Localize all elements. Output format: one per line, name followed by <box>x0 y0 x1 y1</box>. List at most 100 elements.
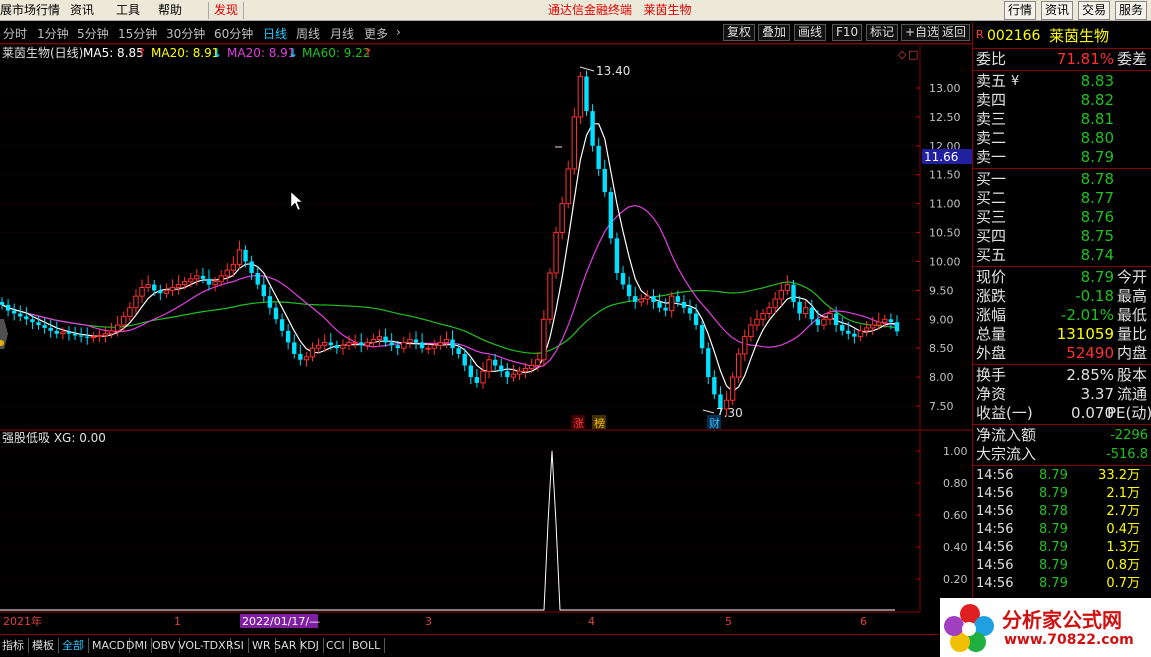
indicator-tab-index[interactable]: 指标 <box>0 638 29 653</box>
candle-up[interactable] <box>194 275 200 280</box>
candle-down[interactable] <box>505 371 510 378</box>
period-tab-30min[interactable]: 30分钟 <box>166 25 205 42</box>
candle-down[interactable] <box>389 342 394 346</box>
candle-down[interactable] <box>298 353 303 360</box>
candle-down[interactable] <box>663 307 668 311</box>
menu-discover[interactable]: 发现 <box>208 2 245 19</box>
candle-down[interactable] <box>413 339 419 343</box>
candle-up[interactable] <box>181 281 188 286</box>
candle-down[interactable] <box>456 348 461 354</box>
candle-down[interactable] <box>206 278 212 285</box>
candle-down[interactable] <box>279 319 285 331</box>
candle-up[interactable] <box>547 272 553 320</box>
candle-up[interactable] <box>90 336 97 339</box>
indicator-tab-sar[interactable]: SAR <box>272 638 302 653</box>
candle-up[interactable] <box>516 370 523 375</box>
menu-help[interactable]: 帮助 <box>158 2 182 19</box>
candle-up[interactable] <box>145 284 151 288</box>
period-tab-15min[interactable]: 15分钟 <box>118 25 157 42</box>
candle-up[interactable] <box>528 365 535 369</box>
candle-down[interactable] <box>681 301 687 308</box>
draw-line-button[interactable]: 画线 <box>794 24 827 41</box>
candle-up[interactable] <box>863 327 870 332</box>
quote-button[interactable]: 行情 <box>1004 1 1037 20</box>
candle-up[interactable] <box>321 341 328 346</box>
candle-down[interactable] <box>840 325 845 331</box>
menu-news[interactable]: 资讯 <box>70 2 94 19</box>
candle-up[interactable] <box>869 324 876 329</box>
candle-down[interactable] <box>462 353 467 366</box>
candle-up[interactable] <box>772 298 778 309</box>
candle-up[interactable] <box>230 263 237 271</box>
candle-down[interactable] <box>18 313 23 317</box>
candle-down[interactable] <box>596 145 601 169</box>
candle-down[interactable] <box>285 330 291 343</box>
candle-up[interactable] <box>114 324 121 332</box>
candle-down[interactable] <box>24 316 29 320</box>
candle-down[interactable] <box>48 327 53 331</box>
period-tab-daily[interactable]: 日线 <box>263 25 287 42</box>
candle-down[interactable] <box>11 310 17 314</box>
candle-down[interactable] <box>888 319 894 323</box>
candle-up[interactable] <box>431 344 437 349</box>
ask-row[interactable]: 卖五 ¥ 8.83 <box>973 72 1151 91</box>
candle-up[interactable] <box>212 281 218 286</box>
candle-up[interactable] <box>827 312 833 320</box>
candle-down[interactable] <box>328 342 333 346</box>
candle-up[interactable] <box>175 284 182 288</box>
candle-down[interactable] <box>395 345 400 349</box>
candle-down[interactable] <box>706 348 711 378</box>
candle-up[interactable] <box>571 116 578 170</box>
period-tab-weekly[interactable]: 周线 <box>296 25 320 42</box>
candle-up[interactable] <box>407 339 413 343</box>
period-tab-5min[interactable]: 5分钟 <box>77 25 109 42</box>
overlay-button[interactable]: 叠加 <box>758 24 791 41</box>
candle-down[interactable] <box>608 192 614 239</box>
indicator-tab-dmi[interactable]: DMI <box>124 638 153 653</box>
candle-up[interactable] <box>96 334 103 338</box>
candle-up[interactable] <box>133 295 139 309</box>
candle-down[interactable] <box>712 377 717 395</box>
candle-down[interactable] <box>632 296 638 302</box>
candle-up[interactable] <box>315 344 322 349</box>
candle-up[interactable] <box>376 336 383 341</box>
candle-down[interactable] <box>584 76 589 112</box>
candle-down[interactable] <box>261 284 267 297</box>
candle-down[interactable] <box>620 273 626 285</box>
candle-down[interactable] <box>255 273 260 285</box>
candle-down[interactable] <box>675 296 681 302</box>
candle-up[interactable] <box>876 321 882 326</box>
candle-up[interactable] <box>309 347 316 358</box>
period-tab-1min[interactable]: 1分钟 <box>37 25 69 42</box>
candle-down[interactable] <box>334 345 340 349</box>
candle-down[interactable] <box>5 304 11 311</box>
candle-down[interactable] <box>72 333 78 336</box>
candle-down[interactable] <box>699 325 705 349</box>
candle-up[interactable] <box>541 318 547 361</box>
ask-row[interactable]: 卖三 8.81 <box>973 110 1151 129</box>
candle-up[interactable] <box>139 286 145 297</box>
candle-down[interactable] <box>797 301 802 314</box>
bid-row[interactable]: 买二 8.77 <box>973 189 1151 208</box>
diamond-icon[interactable]: ◇ <box>898 48 907 61</box>
trade-button[interactable]: 交易 <box>1078 1 1111 20</box>
indicator-tab-boll[interactable]: BOLL <box>350 638 386 653</box>
f10-button[interactable]: F10 <box>832 24 863 41</box>
candle-up[interactable] <box>754 318 760 326</box>
candle-up[interactable] <box>644 295 651 300</box>
candle-down[interactable] <box>292 342 297 354</box>
candle-up[interactable] <box>486 359 492 372</box>
adjust-button[interactable]: 复权 <box>723 24 756 41</box>
period-tab-monthly[interactable]: 月线 <box>330 25 354 42</box>
candle-down[interactable] <box>273 307 279 320</box>
candle-up[interactable] <box>102 333 109 336</box>
candle-down[interactable] <box>54 330 59 334</box>
candle-down[interactable] <box>791 284 796 302</box>
candle-up[interactable] <box>236 249 243 265</box>
chevron-right-icon[interactable]: › <box>396 25 401 39</box>
candle-up[interactable] <box>352 341 358 344</box>
candle-down[interactable] <box>158 290 163 294</box>
ask-row[interactable]: 卖四 8.82 <box>973 91 1151 110</box>
candle-down[interactable] <box>651 296 656 302</box>
candle-up[interactable] <box>742 336 748 355</box>
